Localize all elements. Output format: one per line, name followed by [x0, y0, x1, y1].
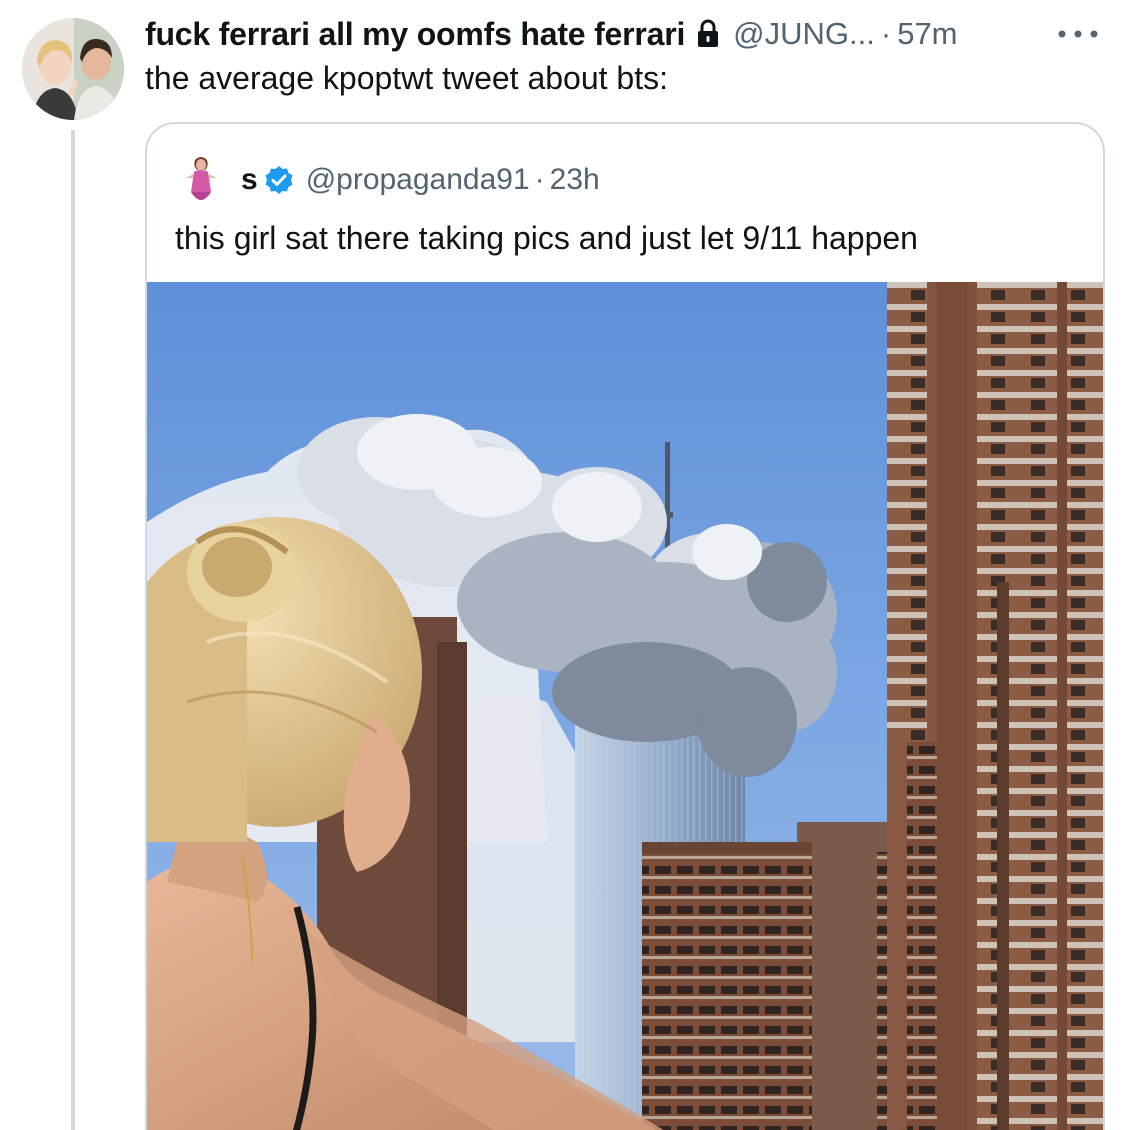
verified-badge-icon [265, 166, 293, 194]
photo-icon [147, 282, 1103, 1130]
quote-tweet-card[interactable]: s @propaganda91 · 23h this girl sat ther… [145, 122, 1105, 1130]
header-separator: · [880, 16, 892, 51]
quote-timestamp[interactable]: 23h [550, 163, 600, 197]
quote-author-name[interactable]: s [241, 163, 258, 197]
more-dots-icon[interactable] [1054, 24, 1102, 44]
quote-media-photo[interactable] [147, 282, 1103, 1130]
tweet-view: fuck ferrari all my oomfs hate ferrari @… [0, 0, 1130, 1130]
avatar-photo-icon [22, 18, 124, 120]
tweet-text: the average kpoptwt tweet about bts: [145, 60, 668, 96]
lock-icon [698, 19, 719, 47]
author-display-name[interactable]: fuck ferrari all my oomfs hate ferrari [145, 16, 685, 53]
tweet-timestamp[interactable]: 57m [897, 16, 957, 52]
thread-connector-line [71, 130, 75, 1130]
quote-author-handle[interactable]: @propaganda91 [306, 163, 530, 197]
quote-avatar-icon[interactable] [177, 152, 225, 208]
quote-separator: · [534, 163, 545, 196]
quote-tweet-text: this girl sat there taking pics and just… [175, 220, 918, 256]
author-avatar[interactable] [22, 18, 124, 120]
quote-header: s @propaganda91 · 23h [177, 150, 600, 210]
tweet-header: fuck ferrari all my oomfs hate ferrari @… [145, 14, 1105, 54]
author-handle[interactable]: @JUNG... [733, 16, 875, 52]
